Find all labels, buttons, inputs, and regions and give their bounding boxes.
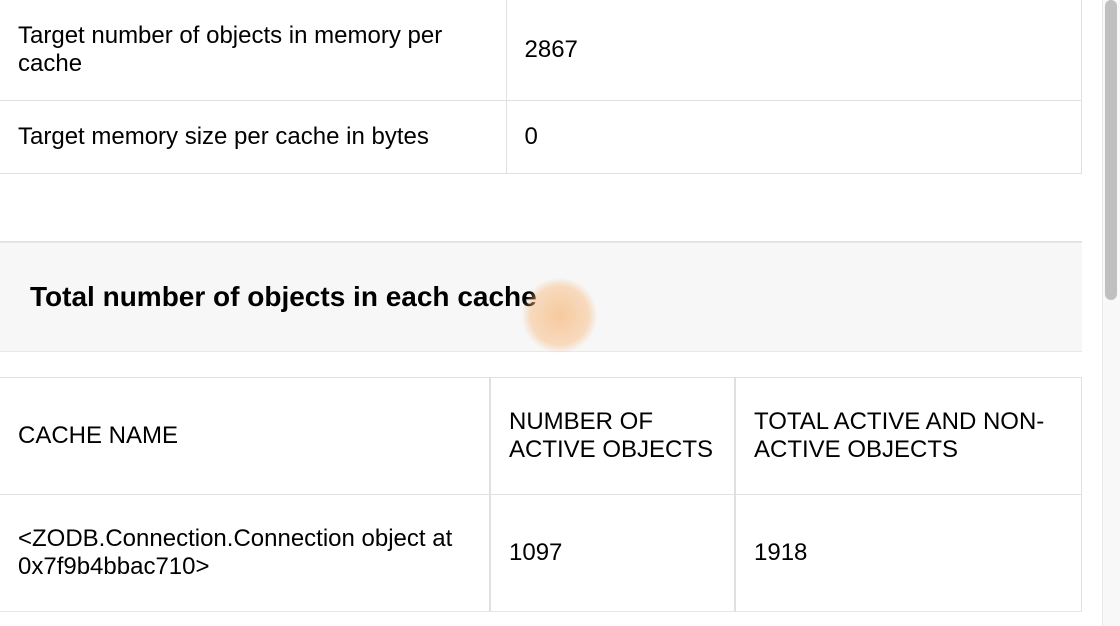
gap (0, 352, 1082, 377)
cache-total: 1918 (735, 495, 1082, 612)
section-header: Total number of objects in each cache (0, 242, 1082, 352)
cache-name: <ZODB.Connection.Connection object at 0x… (0, 495, 490, 612)
cache-active: 1097 (490, 495, 735, 612)
table-row: Target number of objects in memory per c… (0, 0, 1082, 101)
section-title: Total number of objects in each cache (30, 281, 537, 312)
param-value: 2867 (506, 0, 1082, 101)
params-table: Target number of objects in memory per c… (0, 0, 1082, 174)
param-label: Target memory size per cache in bytes (0, 101, 506, 174)
table-header-row: CACHE NAME NUMBER OF ACTIVE OBJECTS TOTA… (0, 377, 1082, 495)
param-value: 0 (506, 101, 1082, 174)
param-label: Target number of objects in memory per c… (0, 0, 506, 101)
table-row: Target memory size per cache in bytes 0 (0, 101, 1082, 174)
spacer (0, 174, 1082, 242)
col-header-cache-name: CACHE NAME (0, 377, 490, 495)
content-area: Target number of objects in memory per c… (0, 0, 1120, 612)
cache-table: CACHE NAME NUMBER OF ACTIVE OBJECTS TOTA… (0, 377, 1082, 612)
col-header-total-objects: TOTAL ACTIVE AND NON-ACTIVE OBJECTS (735, 377, 1082, 495)
table-row: <ZODB.Connection.Connection object at 0x… (0, 495, 1082, 612)
scrollbar-track[interactable] (1102, 0, 1120, 626)
col-header-active-objects: NUMBER OF ACTIVE OBJECTS (490, 377, 735, 495)
scrollbar-thumb[interactable] (1105, 0, 1117, 300)
